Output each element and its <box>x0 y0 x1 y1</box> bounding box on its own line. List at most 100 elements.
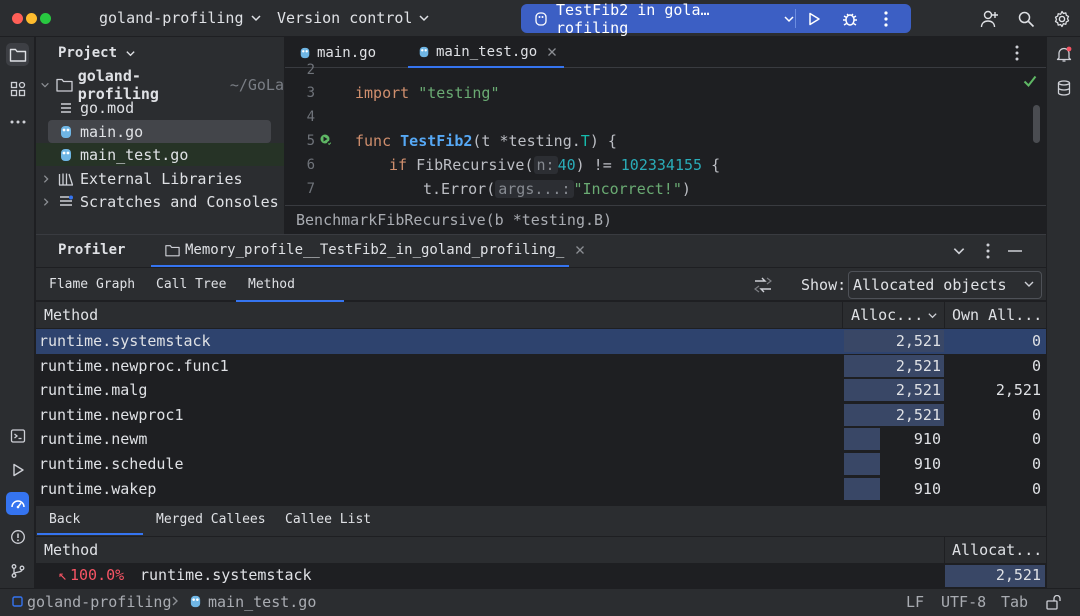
show-select[interactable]: Allocated objects <box>848 271 1042 299</box>
tab-memory-profile[interactable]: Memory_profile__TestFib2_in_goland_profi… <box>151 235 585 267</box>
column-divider[interactable] <box>944 302 945 329</box>
maximize-window-button[interactable] <box>40 13 51 24</box>
close-window-button[interactable] <box>12 13 23 24</box>
chevron-right-icon[interactable] <box>36 197 56 207</box>
code-line[interactable]: t.Error(args...: "Incorrect!") <box>423 180 691 198</box>
column-header-own-alloc[interactable]: Own All... <box>952 302 1042 329</box>
status-breadcrumb-project[interactable]: goland-profiling <box>27 593 172 611</box>
project-tool-button[interactable] <box>6 43 29 66</box>
method-row[interactable]: runtime.schedule 910 0 <box>36 452 1046 477</box>
profiler-tool-button[interactable] <box>6 492 29 515</box>
structure-tool-button[interactable] <box>6 77 29 100</box>
tree-item-go-mod[interactable]: go.mod <box>36 96 284 119</box>
tree-item-main-test-go[interactable]: main_test.go <box>36 143 284 166</box>
tree-item-label: External Libraries <box>80 169 243 188</box>
tab-main-test-go[interactable]: main_test.go <box>408 37 564 68</box>
code-call: t.Error( <box>423 180 496 198</box>
tree-item-label: Scratches and Consoles <box>80 192 279 211</box>
method-row[interactable]: runtime.newproc1 2,521 0 <box>36 403 1046 428</box>
gopher-icon <box>299 46 311 60</box>
tree-item-external-libraries[interactable]: External Libraries <box>36 167 284 190</box>
back-trace-alloc: 2,521 <box>995 566 1041 584</box>
more-vertical-icon <box>986 243 990 259</box>
column-divider[interactable] <box>944 537 945 564</box>
project-panel: Project goland-profiling ~/GoLa go.mod m… <box>36 37 284 234</box>
tab-method-list[interactable]: Method List <box>236 268 344 325</box>
vcs-selector[interactable]: Version control <box>277 9 430 27</box>
tab-call-tree[interactable]: Call Tree <box>144 268 238 302</box>
run-config-selector[interactable]: TestFib2 in gola…rofiling <box>521 1 795 37</box>
chevron-right-icon[interactable] <box>36 174 56 184</box>
project-panel-header[interactable]: Project <box>58 45 136 61</box>
method-row[interactable]: runtime.newproc.func1 2,521 0 <box>36 354 1046 379</box>
column-header-method[interactable]: Method <box>44 302 98 329</box>
merge-arrows-icon <box>753 276 773 294</box>
close-icon[interactable] <box>547 47 557 57</box>
method-own-alloc: 0 <box>1031 430 1041 449</box>
database-tool-button[interactable] <box>1052 76 1075 99</box>
search-button[interactable] <box>1016 9 1036 29</box>
minimize-window-button[interactable] <box>26 13 37 24</box>
method-row[interactable]: runtime.wakep 910 0 <box>36 477 1046 502</box>
tab-callee-list[interactable]: Callee List <box>273 504 383 535</box>
unlock-icon[interactable] <box>1046 595 1062 610</box>
run-test-gutter-icon[interactable] <box>319 133 333 147</box>
code-line[interactable]: if FibRecursive(n: 40) != 102334155 { <box>389 156 720 174</box>
editor-tabs-menu-button[interactable] <box>1015 45 1019 61</box>
tree-item-project-root[interactable]: goland-profiling ~/GoLa <box>36 67 284 103</box>
gopher-icon <box>533 11 549 27</box>
notifications-button[interactable] <box>1052 43 1075 66</box>
chevron-down-icon[interactable] <box>36 80 55 90</box>
method-row[interactable]: runtime.newm 910 0 <box>36 427 1046 452</box>
run-config-label: TestFib2 in gola…rofiling <box>556 0 710 37</box>
folder-icon <box>9 47 27 63</box>
line-number: 5 <box>306 133 315 149</box>
problems-tool-button[interactable] <box>6 525 29 548</box>
close-icon[interactable] <box>575 245 585 255</box>
chevron-down-icon <box>783 13 795 25</box>
method-row[interactable]: runtime.systemstack 2,521 0 <box>36 329 1046 354</box>
project-selector[interactable]: goland-profiling <box>99 9 262 27</box>
method-name: runtime.newproc1 <box>39 405 184 424</box>
editor-breadcrumb[interactable]: BenchmarkFibRecursive(b *testing.B) <box>285 205 1046 234</box>
run-tool-button[interactable] <box>6 458 29 481</box>
code-line[interactable]: import "testing" <box>355 84 500 102</box>
column-header-allocated[interactable]: Allocat... <box>952 537 1042 564</box>
method-name: runtime.schedule <box>39 455 184 473</box>
tree-item-scratches[interactable]: Scratches and Consoles <box>36 190 284 213</box>
run-button[interactable] <box>796 4 832 33</box>
editor-scrollbar[interactable] <box>1033 105 1040 143</box>
code-line[interactable]: func TestFib2(t *testing.T) { <box>355 132 617 150</box>
settings-button[interactable] <box>1052 9 1072 29</box>
git-tool-button[interactable] <box>6 559 29 582</box>
tab-merged-callees[interactable]: Merged Callees <box>144 504 278 535</box>
merge-button[interactable] <box>753 276 773 294</box>
tab-back-traces[interactable]: Back Traces <box>37 504 143 558</box>
method-row[interactable]: runtime.malg 2,521 2,521 <box>36 378 1046 403</box>
profiler-menu-button[interactable] <box>986 243 990 259</box>
status-breadcrumb-file[interactable]: main_test.go <box>208 593 316 611</box>
line-separator-widget[interactable]: LF <box>906 593 924 611</box>
more-actions-button[interactable] <box>868 4 904 33</box>
indent-widget[interactable]: Tab <box>1001 593 1028 611</box>
back-trace-row[interactable]: ↖ 100.0% runtime.systemstack 2,521 <box>36 563 1046 588</box>
tree-item-label: main.go <box>80 122 144 141</box>
play-icon <box>10 462 26 478</box>
play-icon <box>806 11 822 27</box>
profiler-options-dropdown[interactable] <box>952 244 966 258</box>
debug-button[interactable] <box>832 4 868 33</box>
add-user-button[interactable] <box>980 9 1000 29</box>
minimize-panel-button[interactable] <box>1008 250 1022 252</box>
column-header-alloc[interactable]: Alloc... <box>851 302 923 329</box>
title-bar: goland-profiling Version control TestFib… <box>0 0 1080 37</box>
library-icon <box>56 171 76 187</box>
more-tools-button[interactable] <box>6 110 29 133</box>
encoding-widget[interactable]: UTF-8 <box>941 593 986 611</box>
back-trace-method: runtime.systemstack <box>140 566 312 584</box>
tab-flame-graph[interactable]: Flame Graph <box>37 268 147 302</box>
git-branch-icon <box>10 563 26 579</box>
column-header-method[interactable]: Method <box>44 537 98 564</box>
column-divider[interactable] <box>842 302 843 329</box>
tree-item-main-go[interactable]: main.go <box>48 120 271 143</box>
terminal-tool-button[interactable] <box>6 424 29 447</box>
